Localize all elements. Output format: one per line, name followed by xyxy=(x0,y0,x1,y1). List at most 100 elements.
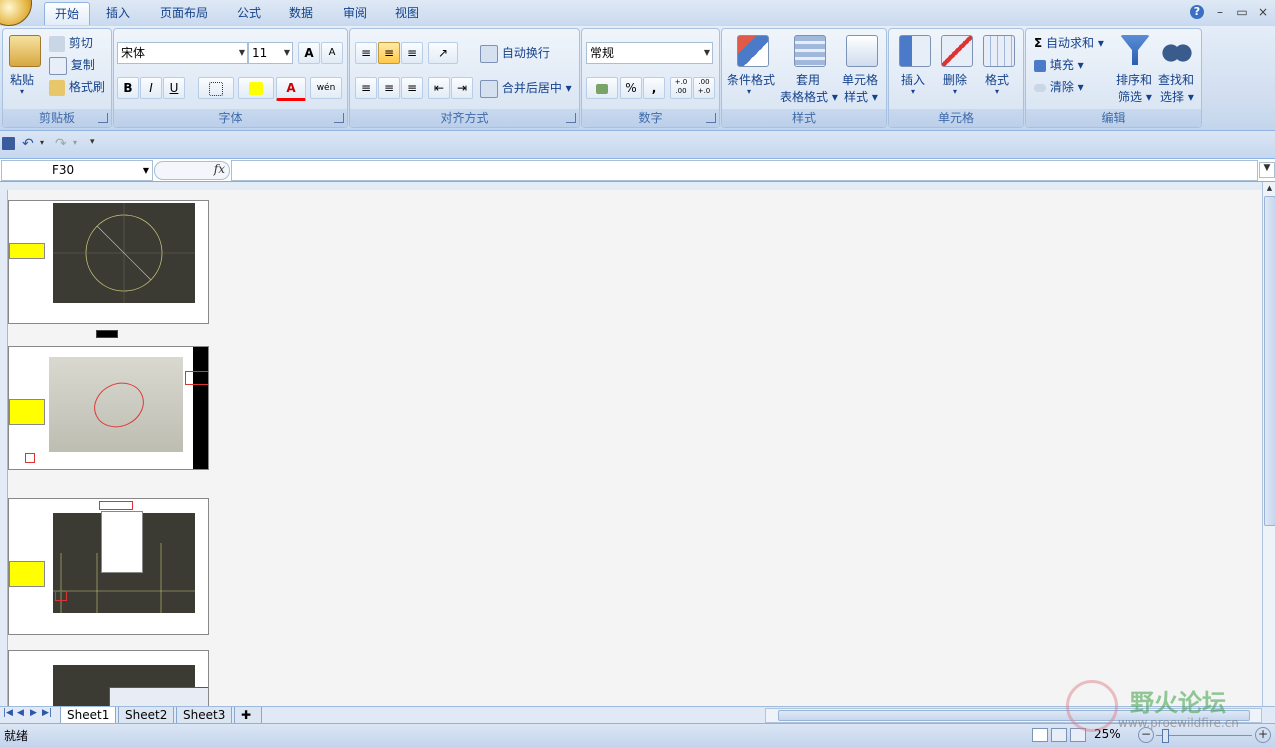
bold-button[interactable]: B xyxy=(117,77,139,99)
page-layout-view-icon[interactable] xyxy=(1051,728,1067,742)
chevron-down-icon[interactable]: ▾ xyxy=(995,87,999,96)
redo-icon[interactable]: ↷ xyxy=(55,136,67,152)
sort-filter-button-line1[interactable]: 排序和 xyxy=(1116,71,1152,88)
align-bottom-button[interactable]: ≡ xyxy=(401,42,423,64)
vertical-scrollbar[interactable]: ▲ xyxy=(1262,182,1275,706)
zoom-slider-thumb[interactable] xyxy=(1162,729,1169,743)
chevron-down-icon[interactable]: ▾ xyxy=(73,138,77,147)
copy-button[interactable]: 复制 xyxy=(49,56,95,75)
row-headers[interactable] xyxy=(0,190,8,706)
embedded-screenshot-2[interactable] xyxy=(8,346,209,470)
decrease-decimal-button[interactable]: .00 +.0 xyxy=(693,77,715,99)
name-box[interactable]: F30 ▼ xyxy=(1,160,153,181)
merge-center-button[interactable]: 合并后居中 ▾ xyxy=(480,79,572,98)
customize-qat-icon[interactable]: ▾ xyxy=(90,137,95,147)
font-color-button[interactable]: A xyxy=(276,77,306,101)
alignment-launcher-icon[interactable] xyxy=(566,113,576,123)
table-format-button-line2[interactable]: 表格格式 ▾ xyxy=(780,88,838,105)
scroll-up-icon[interactable]: ▲ xyxy=(1264,184,1275,194)
font-size-combo[interactable]: 11 ▼ xyxy=(248,42,293,64)
autosum-button[interactable]: Σ 自动求和 ▾ xyxy=(1034,34,1104,51)
chevron-down-icon[interactable]: ▾ xyxy=(953,87,957,96)
insert-sheet-icon[interactable]: ✚ xyxy=(234,707,262,724)
zoom-in-icon[interactable]: + xyxy=(1255,727,1271,743)
orientation-button[interactable]: ↗ xyxy=(428,42,458,64)
align-top-button[interactable]: ≡ xyxy=(355,42,377,64)
paste-dropdown-icon[interactable]: ▾ xyxy=(20,87,24,96)
restore-button[interactable]: ▭ xyxy=(1234,4,1250,20)
align-center-button[interactable]: ≡ xyxy=(378,77,400,99)
formula-input[interactable] xyxy=(231,160,1258,181)
find-select-button-line1[interactable]: 查找和 xyxy=(1158,71,1194,88)
tab-data[interactable]: 数据 xyxy=(279,2,323,24)
close-button[interactable]: × xyxy=(1255,4,1271,20)
cell-styles-button-line2[interactable]: 样式 ▾ xyxy=(844,88,878,105)
phonetic-button[interactable]: wén xyxy=(310,77,342,99)
chevron-down-icon[interactable]: ▼ xyxy=(704,43,710,63)
find-select-button-line2[interactable]: 选择 ▾ xyxy=(1160,88,1194,105)
save-icon[interactable] xyxy=(2,137,15,150)
align-middle-button[interactable]: ≡ xyxy=(378,42,400,64)
binoculars-icon[interactable] xyxy=(1162,35,1192,65)
chevron-down-icon[interactable]: ▾ xyxy=(40,138,44,147)
tab-page-layout[interactable]: 页面布局 xyxy=(150,2,218,24)
align-right-button[interactable]: ≡ xyxy=(401,77,423,99)
sheet-tab-1[interactable]: Sheet1 xyxy=(60,707,117,724)
help-icon[interactable]: ? xyxy=(1190,5,1204,19)
zoom-slider[interactable] xyxy=(1156,735,1252,736)
percent-button[interactable]: % xyxy=(620,77,642,99)
tab-insert[interactable]: 插入 xyxy=(96,2,140,24)
cell-styles-icon[interactable] xyxy=(846,35,878,67)
format-painter-button[interactable]: 格式刷 xyxy=(49,78,105,96)
next-sheet-icon[interactable]: ▶ xyxy=(30,708,37,718)
border-button[interactable] xyxy=(198,77,234,99)
sort-filter-icon[interactable] xyxy=(1120,35,1150,65)
grow-font-button[interactable]: A xyxy=(298,42,320,64)
increase-indent-button[interactable]: ⇥ xyxy=(451,77,473,99)
insert-cells-button[interactable]: 插入 xyxy=(901,71,925,88)
shrink-font-button[interactable]: A xyxy=(321,42,343,64)
paste-button[interactable]: 粘贴 xyxy=(10,71,34,88)
minimize-button[interactable]: – xyxy=(1212,4,1228,20)
paste-icon[interactable] xyxy=(9,35,41,67)
delete-cells-icon[interactable] xyxy=(941,35,973,67)
scroll-thumb[interactable] xyxy=(1264,196,1275,526)
cut-button[interactable]: 剪切 xyxy=(49,34,93,52)
tab-formulas[interactable]: 公式 xyxy=(227,2,271,24)
undo-icon[interactable]: ↶ xyxy=(22,136,34,152)
font-name-combo[interactable]: 宋体 ▼ xyxy=(117,42,248,64)
normal-view-icon[interactable] xyxy=(1032,728,1048,742)
fill-color-button[interactable] xyxy=(238,77,274,99)
accounting-format-button[interactable] xyxy=(586,77,618,99)
number-launcher-icon[interactable] xyxy=(706,113,716,123)
delete-cells-button[interactable]: 删除 xyxy=(943,71,967,88)
conditional-format-icon[interactable] xyxy=(737,35,769,67)
tab-review[interactable]: 审阅 xyxy=(333,2,377,24)
tab-view[interactable]: 视图 xyxy=(385,2,429,24)
wrap-text-button[interactable]: 自动换行 xyxy=(480,44,550,63)
italic-button[interactable]: I xyxy=(140,77,162,99)
table-format-button-line1[interactable]: 套用 xyxy=(796,71,820,88)
insert-cells-icon[interactable] xyxy=(899,35,931,67)
first-sheet-icon[interactable]: |◀ xyxy=(3,708,13,718)
format-cells-button[interactable]: 格式 xyxy=(985,71,1009,88)
decrease-indent-button[interactable]: ⇤ xyxy=(428,77,450,99)
fill-button[interactable]: 填充 ▾ xyxy=(1034,56,1084,73)
chevron-down-icon[interactable]: ▾ xyxy=(911,87,915,96)
conditional-format-button[interactable]: 条件格式 xyxy=(727,71,775,88)
chevron-down-icon[interactable]: ▼ xyxy=(93,161,149,180)
expand-formula-icon[interactable]: ▼ xyxy=(1259,162,1275,178)
tab-home[interactable]: 开始 xyxy=(44,2,91,25)
sheet-tab-3[interactable]: Sheet3 xyxy=(176,707,233,724)
font-launcher-icon[interactable] xyxy=(334,113,344,123)
chevron-down-icon[interactable]: ▼ xyxy=(284,43,290,63)
table-format-icon[interactable] xyxy=(794,35,826,67)
embedded-screenshot-3[interactable] xyxy=(8,498,209,635)
align-left-button[interactable]: ≡ xyxy=(355,77,377,99)
sort-filter-button-line2[interactable]: 筛选 ▾ xyxy=(1118,88,1152,105)
sheet-tab-2[interactable]: Sheet2 xyxy=(118,707,175,724)
chevron-down-icon[interactable]: ▾ xyxy=(747,87,751,96)
increase-decimal-button[interactable]: +.0 .00 xyxy=(670,77,692,99)
underline-button[interactable]: U xyxy=(163,77,185,99)
embedded-screenshot-1[interactable] xyxy=(8,200,209,324)
